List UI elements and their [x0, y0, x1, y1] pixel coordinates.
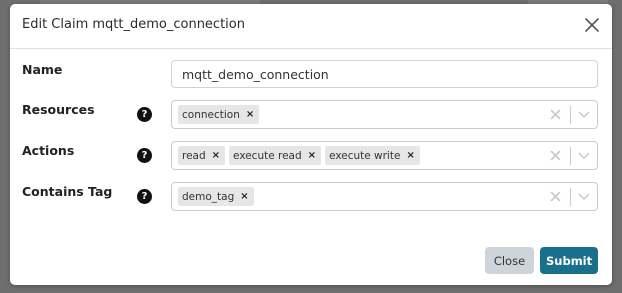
contains-tag-select[interactable]: demo_tag × — [171, 182, 598, 211]
chip-remove-icon[interactable]: × — [245, 109, 259, 120]
contains-tag-label: Contains Tag — [22, 184, 113, 199]
chip-label: demo_tag — [182, 190, 235, 203]
contains-tag-chevron-down-icon[interactable] — [578, 192, 590, 202]
contains-tag-clear-icon[interactable] — [550, 191, 561, 202]
name-input[interactable] — [171, 60, 598, 88]
contains-tag-row: Contains Tag ? demo_tag × — [10, 182, 612, 212]
actions-row: Actions ? read × execute read × execute writ… — [10, 141, 612, 171]
contains-tag-separator — [570, 188, 571, 206]
chip[interactable]: connection × — [178, 105, 260, 124]
name-row: Name — [10, 60, 612, 90]
actions-separator — [570, 147, 571, 165]
modal-title: Edit Claim mqtt_demo_connection — [22, 17, 245, 32]
modal-header: Edit Claim mqtt_demo_connection — [10, 4, 612, 49]
edit-claim-modal: Edit Claim mqtt_demo_connection Name Res… — [10, 4, 612, 285]
chip-remove-icon[interactable]: × — [307, 150, 321, 161]
resources-row: Resources ? connection × — [10, 100, 612, 130]
submit-button[interactable]: Submit — [540, 247, 598, 274]
chip[interactable]: demo_tag × — [178, 187, 254, 206]
actions-clear-icon[interactable] — [550, 150, 561, 161]
close-button[interactable]: Close — [485, 247, 534, 274]
chip-label: read — [182, 149, 206, 162]
actions-help-icon[interactable]: ? — [137, 148, 152, 163]
actions-label: Actions — [22, 143, 75, 158]
resources-chips: connection × — [178, 105, 260, 124]
chip-remove-icon[interactable]: × — [405, 150, 419, 161]
resources-chevron-down-icon[interactable] — [578, 110, 590, 120]
resources-help-icon[interactable]: ? — [137, 107, 152, 122]
name-label: Name — [22, 62, 63, 77]
actions-chips: read × execute read × execute write × — [178, 146, 420, 165]
resources-separator — [570, 106, 571, 124]
chip[interactable]: read × — [178, 146, 226, 165]
chip-label: execute write — [329, 149, 401, 162]
chip[interactable]: execute read × — [229, 146, 322, 165]
chip[interactable]: execute write × — [325, 146, 420, 165]
contains-tag-help-icon[interactable]: ? — [137, 189, 152, 204]
chip-label: connection — [182, 108, 240, 121]
actions-select[interactable]: read × execute read × execute write × — [171, 141, 598, 170]
resources-select[interactable]: connection × — [171, 100, 598, 129]
resources-clear-icon[interactable] — [550, 109, 561, 120]
chip-remove-icon[interactable]: × — [239, 191, 253, 202]
actions-chevron-down-icon[interactable] — [578, 151, 590, 161]
resources-label: Resources — [22, 102, 95, 117]
close-icon[interactable] — [584, 17, 600, 33]
chip-label: execute read — [233, 149, 302, 162]
chip-remove-icon[interactable]: × — [211, 150, 225, 161]
contains-tag-chips: demo_tag × — [178, 187, 254, 206]
